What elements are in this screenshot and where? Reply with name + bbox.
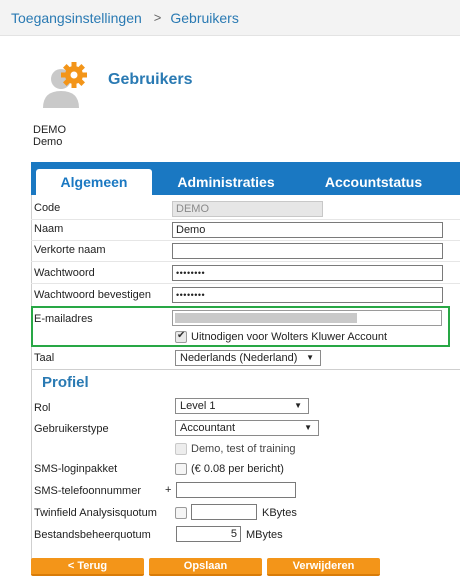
divider <box>31 240 460 241</box>
tab-accountstatus[interactable]: Accountstatus <box>311 169 436 195</box>
analysis-quotum-input[interactable] <box>191 504 257 520</box>
analysis-quotum-label: Twinfield Analysisquotum <box>34 507 157 519</box>
tab-administraties[interactable]: Administraties <box>161 169 291 195</box>
dropdown-arrow-icon: ▼ <box>306 353 314 362</box>
taal-label: Taal <box>34 352 55 364</box>
invite-checkbox[interactable] <box>175 330 187 343</box>
rol-label: Rol <box>34 402 51 414</box>
page-title: Gebruikers <box>108 71 193 88</box>
invite-label: Uitnodigen voor Wolters Kluwer Account <box>191 331 388 343</box>
user-settings-icon <box>38 60 96 110</box>
divider <box>31 283 460 284</box>
analysis-quotum-checkbox[interactable] <box>175 507 187 519</box>
gebruikerstype-label: Gebruikerstype <box>34 423 109 435</box>
code-label: Code <box>34 202 61 214</box>
back-button[interactable]: < Terug <box>31 558 144 576</box>
profiel-heading: Profiel <box>42 374 89 391</box>
bestandsbeheer-quotum-label: Bestandsbeheerquotum <box>34 529 151 541</box>
sms-pakket-note: (€ 0.08 per bericht) <box>191 463 284 475</box>
dropdown-arrow-icon: ▼ <box>304 423 312 432</box>
taal-select[interactable]: Nederlands (Nederland) ▼ <box>175 350 321 366</box>
wachtwoord-bevestigen-label: Wachtwoord bevestigen <box>34 289 151 301</box>
wachtwoord-bevestigen-input[interactable]: •••••••• <box>172 287 443 303</box>
divider <box>31 219 460 220</box>
verkorte-naam-label: Verkorte naam <box>34 244 106 256</box>
breadcrumb: Toegangsinstellingen > Gebruikers <box>0 0 460 36</box>
sms-nummer-input[interactable] <box>176 482 296 498</box>
user-name: Demo <box>33 136 63 148</box>
breadcrumb-current[interactable]: Gebruikers <box>170 10 238 26</box>
user-code: DEMO <box>33 124 66 136</box>
gebruikerstype-value: Accountant <box>180 422 236 434</box>
tab-bar: Algemeen Administraties Accountstatus <box>31 162 460 195</box>
email-input[interactable] <box>172 310 442 326</box>
sms-nummer-label: SMS-telefoonnummer <box>34 485 141 497</box>
breadcrumb-separator: > <box>153 10 162 25</box>
divider <box>31 261 460 262</box>
email-redacted <box>175 313 357 323</box>
demo-training-label: Demo, test of training <box>191 443 296 455</box>
naam-label: Naam <box>34 223 64 235</box>
phone-prefix: + <box>165 484 172 496</box>
delete-button[interactable]: Verwijderen <box>267 558 380 576</box>
dropdown-arrow-icon: ▼ <box>294 401 302 410</box>
code-input <box>172 201 323 217</box>
rol-value: Level 1 <box>180 400 216 412</box>
tab-algemeen[interactable]: Algemeen <box>36 169 152 195</box>
page-header <box>38 60 96 110</box>
email-label: E-mailadres <box>34 313 93 325</box>
sms-pakket-checkbox[interactable] <box>175 463 187 475</box>
bestandsbeheer-quotum-input[interactable] <box>176 526 241 542</box>
wachtwoord-label: Wachtwoord <box>34 267 95 279</box>
rol-select[interactable]: Level 1 ▼ <box>175 398 309 414</box>
save-button[interactable]: Opslaan <box>149 558 262 576</box>
divider <box>31 369 460 370</box>
breadcrumb-link-toegangsinstellingen[interactable]: Toegangsinstellingen <box>11 10 142 26</box>
wachtwoord-input[interactable]: •••••••• <box>172 265 443 281</box>
gebruikerstype-select[interactable]: Accountant ▼ <box>175 420 319 436</box>
sms-pakket-label: SMS-loginpakket <box>34 463 118 475</box>
analysis-quotum-unit: KBytes <box>262 507 297 519</box>
bestandsbeheer-quotum-unit: MBytes <box>246 529 283 541</box>
naam-input[interactable] <box>172 222 443 238</box>
demo-training-checkbox[interactable] <box>175 443 187 455</box>
taal-value: Nederlands (Nederland) <box>180 352 298 364</box>
verkorte-naam-input[interactable] <box>172 243 443 259</box>
